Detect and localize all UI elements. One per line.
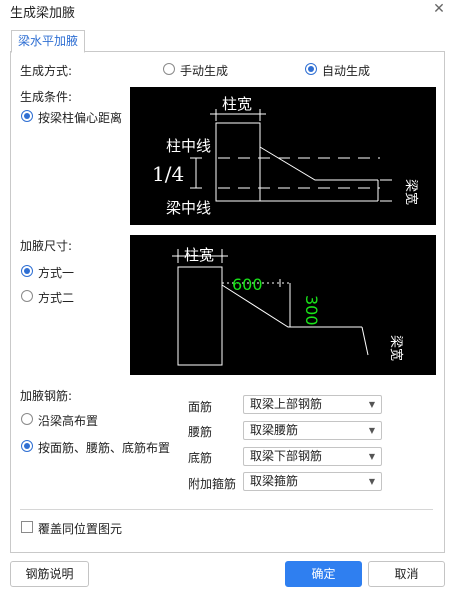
top-rebar-select[interactable]: 取梁上部钢筋 ▼	[243, 395, 382, 414]
haunch-size-diagram: 柱宽 600 300 梁宽	[130, 235, 436, 375]
beam-width-text-2: 梁宽	[388, 335, 404, 361]
extra-stirrup-label: 附加箍筋	[188, 477, 237, 491]
radio-mode-two-label[interactable]: 方式二	[38, 289, 74, 306]
radio-along-beam-height[interactable]	[21, 413, 33, 425]
close-icon[interactable]: ✕	[430, 0, 448, 18]
bottom-rebar-select[interactable]: 取梁下部钢筋 ▼	[243, 447, 382, 466]
column-center-line-text: 柱中线	[166, 137, 211, 155]
dim-300-text: 300	[302, 295, 321, 326]
radio-manual-generate-label[interactable]: 手动生成	[180, 62, 228, 79]
window-title: 生成梁加腋	[10, 6, 76, 21]
column-width-text-2: 柱宽	[184, 246, 214, 264]
radio-eccentric-distance[interactable]	[21, 110, 33, 122]
column-width-text: 柱宽	[222, 95, 252, 113]
beam-width-text: 梁宽	[403, 179, 419, 205]
radio-mode-one-label[interactable]: 方式一	[38, 264, 74, 281]
rebar-help-button[interactable]: 钢筋说明	[10, 561, 89, 587]
top-rebar-label: 面筋	[188, 400, 213, 414]
radio-manual-generate[interactable]	[163, 63, 175, 75]
beam-center-line-text: 梁中线	[166, 199, 211, 217]
overwrite-checkbox[interactable]	[21, 521, 33, 533]
radio-along-beam-height-label[interactable]: 沿梁高布置	[38, 412, 98, 429]
haunch-rebar-label: 加腋钢筋:	[20, 389, 73, 403]
radio-mode-one[interactable]	[21, 265, 33, 277]
tab-beam-horizontal-haunch[interactable]: 梁水平加腋	[11, 30, 85, 53]
bottom-rebar-label: 底筋	[188, 451, 213, 465]
dim-600-text: 600	[232, 275, 263, 294]
gen-condition-label: 生成条件:	[20, 90, 73, 104]
ok-button[interactable]: 确定	[285, 561, 362, 587]
chevron-down-icon: ▼	[368, 452, 375, 461]
gen-method-label: 生成方式:	[20, 64, 73, 78]
ratio-text: 1/4	[152, 162, 184, 186]
radio-auto-generate-label[interactable]: 自动生成	[322, 62, 370, 79]
radio-eccentric-distance-label[interactable]: 按梁柱偏心距离	[38, 109, 122, 126]
waist-rebar-value: 取梁腰筋	[250, 423, 299, 437]
column-rect	[215, 122, 261, 202]
extra-stirrup-value: 取梁箍筋	[250, 474, 299, 488]
chevron-down-icon: ▼	[368, 400, 375, 409]
overwrite-checkbox-label[interactable]: 覆盖同位置图元	[38, 520, 122, 537]
radio-mode-two[interactable]	[21, 290, 33, 302]
top-rebar-value: 取梁上部钢筋	[250, 397, 323, 411]
radio-by-face-waist-bottom[interactable]	[21, 440, 33, 452]
bottom-rebar-value: 取梁下部钢筋	[250, 449, 323, 463]
radio-by-face-waist-bottom-label[interactable]: 按面筋、腰筋、底筋布置	[38, 439, 170, 456]
extra-stirrup-select[interactable]: 取梁箍筋 ▼	[243, 472, 382, 491]
waist-rebar-label: 腰筋	[188, 425, 213, 439]
waist-rebar-select[interactable]: 取梁腰筋 ▼	[243, 421, 382, 440]
cancel-button[interactable]: 取消	[368, 561, 445, 587]
chevron-down-icon: ▼	[368, 477, 375, 486]
eccentricity-diagram: 柱宽 柱中线 1/4 梁中线 梁宽	[130, 87, 436, 225]
divider	[20, 509, 433, 510]
radio-auto-generate[interactable]	[305, 63, 317, 75]
haunch-size-label: 加腋尺寸:	[20, 239, 73, 253]
chevron-down-icon: ▼	[368, 426, 375, 435]
